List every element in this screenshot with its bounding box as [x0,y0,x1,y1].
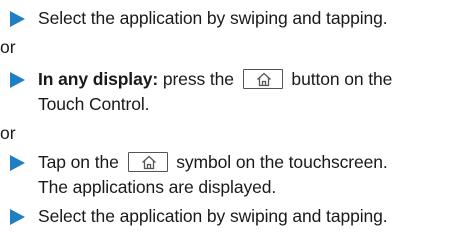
step-arrow-icon [10,72,25,88]
step-3-line-1: Tap on the symbol on the touchscreen. [38,151,468,174]
step-1-text: Select the application by swiping and ta… [38,8,388,28]
step-arrow-icon [10,155,25,171]
or-separator: or [0,123,16,143]
home-icon [256,72,271,87]
step-arrow-icon [10,11,25,27]
step-2-bold-label: In any display: [38,69,159,89]
step-3-text-after-icon: symbol on the touchscreen. [171,152,388,172]
step-2-text-after-icon: button on the [286,69,393,89]
step-2-line-1: In any display: press the button on the [38,68,468,91]
step-3-text-before-icon: Tap on the [38,152,124,172]
step-2-text-before-icon: press the [158,69,239,89]
step-3-line-2: The applications are displayed. [38,177,277,197]
step-2-line-2: Touch Control. [38,94,150,114]
home-symbol-keycap [127,152,168,172]
home-icon [141,155,156,170]
home-button-keycap [242,69,283,89]
step-arrow-icon [10,209,25,225]
step-4-text: Select the application by swiping and ta… [38,206,388,226]
or-separator: or [0,37,16,57]
